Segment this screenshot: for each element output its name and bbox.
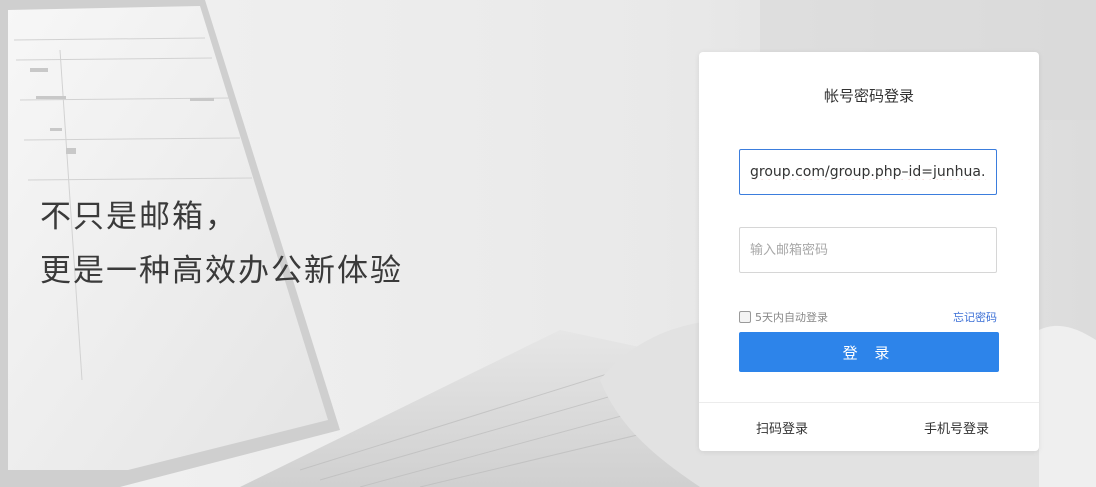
auto-login-checkbox[interactable]: 5天内自动登录 (739, 309, 828, 325)
checkbox-icon[interactable] (739, 311, 751, 323)
account-input[interactable] (739, 149, 997, 195)
password-input[interactable] (739, 227, 997, 273)
card-divider (699, 402, 1039, 403)
login-page: 不只是邮箱， 更是一种高效办公新体验 帐号密码登录 5天内自动登录 忘记密码 登… (0, 0, 1096, 487)
forgot-password-link[interactable]: 忘记密码 (953, 309, 997, 325)
login-card: 帐号密码登录 5天内自动登录 忘记密码 登 录 扫码登录 手机号登录 (699, 52, 1039, 451)
login-title: 帐号密码登录 (823, 87, 914, 105)
login-button[interactable]: 登 录 (739, 332, 999, 372)
hero-line-1: 不只是邮箱， (40, 199, 238, 235)
auto-login-label: 5天内自动登录 (755, 311, 828, 324)
hero-line-2: 更是一种高效办公新体验 (40, 253, 403, 289)
qr-login-link[interactable]: 扫码登录 (756, 418, 808, 437)
hero-slogan: 不只是邮箱， 更是一种高效办公新体验 (40, 190, 403, 298)
remember-row: 5天内自动登录 忘记密码 (739, 309, 997, 327)
phone-login-link[interactable]: 手机号登录 (924, 418, 989, 437)
